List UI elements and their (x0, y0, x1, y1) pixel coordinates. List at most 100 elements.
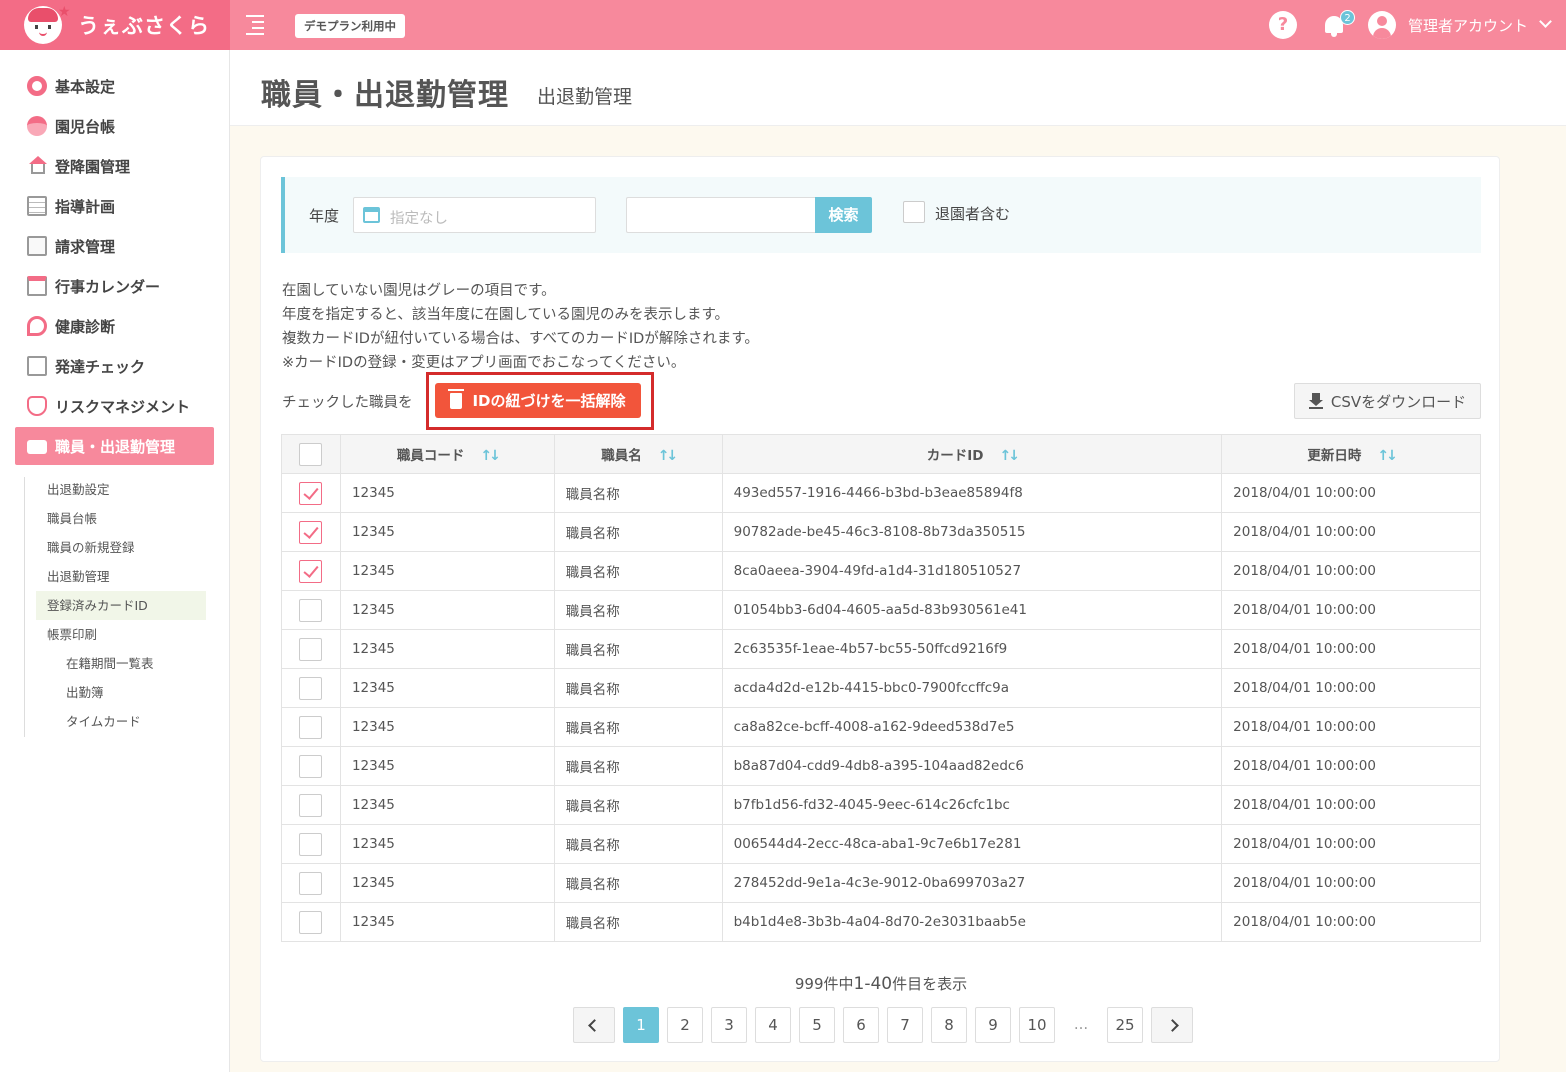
search-button[interactable]: 検索 (815, 197, 872, 233)
table-row: 12345 職員名称 2c63535f-1eae-4b57-bc55-50ffcd9… (281, 629, 1481, 669)
row-checkbox[interactable] (299, 910, 323, 934)
row-checkbox[interactable] (299, 871, 323, 895)
cell-name: 職員名称 (553, 551, 723, 591)
subnav-item-attendance-book[interactable]: 出勤簿 (36, 678, 206, 707)
sidebar-item-basic-settings[interactable]: 基本設定 (15, 67, 214, 105)
column-header-card-id[interactable]: カードID ↑↓ (721, 434, 1223, 474)
sort-icon[interactable]: ↑↓ (1000, 448, 1021, 464)
cell-code: 12345 (339, 785, 555, 825)
search-input[interactable] (626, 197, 816, 233)
sidebar-item-label: リスクマネジメント (55, 397, 191, 416)
column-header-code[interactable]: 職員コード ↑↓ (339, 434, 555, 474)
download-icon (1308, 393, 1323, 409)
page-button[interactable]: 2 (667, 1007, 703, 1043)
page-button[interactable]: 5 (799, 1007, 835, 1043)
help-icon[interactable]: ? (1269, 11, 1297, 39)
prev-page-button[interactable] (573, 1007, 615, 1043)
csv-download-button[interactable]: CSVをダウンロード (1294, 383, 1481, 419)
sidebar-item-risk-management[interactable]: リスクマネジメント (15, 387, 214, 425)
page-button[interactable]: 3 (711, 1007, 747, 1043)
row-checkbox[interactable] (299, 637, 323, 661)
row-checkbox[interactable] (299, 598, 323, 622)
logo[interactable]: ★ うぇぶさくら (0, 0, 230, 50)
summary-total: 999件中 (794, 975, 854, 993)
row-checkbox[interactable] (299, 520, 323, 544)
briefcase-icon (27, 440, 47, 454)
page-button[interactable]: 6 (843, 1007, 879, 1043)
page-button[interactable]: 8 (931, 1007, 967, 1043)
user-avatar-icon[interactable] (1368, 11, 1396, 39)
row-checkbox[interactable] (299, 676, 323, 700)
subnav-item-attendance-settings[interactable]: 出退勤設定 (36, 475, 206, 504)
cell-card-id: acda4d2d-e12b-4415-bbc0-7900fccffc9a (721, 668, 1223, 708)
sort-icon[interactable]: ↑↓ (658, 448, 679, 464)
row-checkbox-cell (281, 785, 341, 825)
page-button[interactable]: 1 (623, 1007, 659, 1043)
bulk-unlink-button[interactable]: IDの紐づけを一括解除 (435, 383, 641, 418)
year-select-input[interactable]: 指定なし (353, 197, 596, 233)
chevron-down-icon[interactable] (1539, 15, 1552, 28)
sort-icon[interactable]: ↑↓ (480, 448, 501, 464)
page-button[interactable]: 4 (755, 1007, 791, 1043)
include-retired-label[interactable]: 退園者含む (935, 203, 1010, 224)
star-icon: ★ (58, 4, 71, 20)
content-card: 年度 指定なし 検索 退園者含む 在園していない園児はグレーの項目です。 年度を… (260, 156, 1500, 1062)
sidebar-item-label: 登降園管理 (55, 157, 131, 176)
next-page-button[interactable] (1151, 1007, 1193, 1043)
cell-card-id: 493ed557-1916-4466-b3bd-b3eae85894f8 (721, 473, 1223, 513)
page-title: 職員・出退勤管理 (261, 78, 509, 113)
row-checkbox-cell (281, 746, 341, 786)
column-header-updated[interactable]: 更新日時 ↑↓ (1221, 434, 1481, 474)
last-page-button[interactable]: 25 (1107, 1007, 1143, 1043)
child-face-icon (27, 116, 47, 136)
sidebar-item-development-check[interactable]: 発達チェック (15, 347, 214, 385)
row-checkbox[interactable] (299, 754, 323, 778)
user-account-menu[interactable]: 管理者アカウント (1408, 15, 1528, 36)
subnav-item-registered-card-id[interactable]: 登録済みカードID (36, 591, 206, 620)
row-checkbox[interactable] (299, 481, 323, 505)
include-retired-checkbox[interactable] (903, 201, 925, 223)
sort-icon[interactable]: ↑↓ (1377, 448, 1398, 464)
sidebar-item-label: 園児台帳 (55, 117, 116, 136)
subnav-item-new-staff[interactable]: 職員の新規登録 (36, 533, 206, 562)
cell-updated: 2018/04/01 10:00:00 (1221, 512, 1481, 552)
row-checkbox[interactable] (299, 559, 323, 583)
row-checkbox[interactable] (299, 832, 323, 856)
subnav-item-staff-ledger[interactable]: 職員台帳 (36, 504, 206, 533)
gear-icon (27, 76, 47, 96)
checklist-icon (27, 356, 47, 376)
sidebar-item-event-calendar[interactable]: 行事カレンダー (15, 267, 214, 305)
row-checkbox[interactable] (299, 793, 323, 817)
page-button[interactable]: 10 (1019, 1007, 1055, 1043)
cell-name: 職員名称 (553, 707, 723, 747)
cell-card-id: 90782ade-be45-46c3-8108-8b73da350515 (721, 512, 1223, 552)
subnav-item-report-print[interactable]: 帳票印刷 (36, 620, 206, 649)
subnav-item-time-card[interactable]: タイムカード (36, 707, 206, 736)
logo-text: うぇぶさくら (78, 14, 210, 38)
sidebar-item-child-ledger[interactable]: 園児台帳 (15, 107, 214, 145)
sidebar: 基本設定 園児台帳 登降園管理 指導計画 請求管理 行事カレンダー 健康診断 発… (0, 50, 230, 1072)
sidebar-item-staff-attendance[interactable]: 職員・出退勤管理 (15, 427, 214, 465)
subnav-item-enrollment-list[interactable]: 在籍期間一覧表 (36, 649, 206, 678)
sidebar-item-attendance[interactable]: 登降園管理 (15, 147, 214, 185)
top-header: ★ うぇぶさくら デモプラン利用中 ? 2 管理者アカウント (0, 0, 1566, 50)
year-label: 年度 (309, 207, 340, 225)
sidebar-item-guidance-plan[interactable]: 指導計画 (15, 187, 214, 225)
sidebar-item-billing[interactable]: 請求管理 (15, 227, 214, 265)
page-button[interactable]: 9 (975, 1007, 1011, 1043)
note-line: 在園していない園児はグレーの項目です。 (282, 283, 556, 299)
row-checkbox[interactable] (299, 715, 323, 739)
menu-toggle-icon[interactable] (246, 15, 266, 35)
table-row: 12345 職員名称 01054bb3-6d04-4605-aa5d-83b9305… (281, 590, 1481, 630)
sidebar-item-health-check[interactable]: 健康診断 (15, 307, 214, 345)
chevron-left-icon (587, 1019, 601, 1032)
summary-range: 1-40 (853, 974, 893, 994)
column-header-name[interactable]: 職員名 ↑↓ (553, 434, 723, 474)
table-row: 12345 職員名称 90782ade-be45-46c3-8108-8b73da3… (281, 512, 1481, 552)
subnav-item-attendance-management[interactable]: 出退勤管理 (36, 562, 206, 591)
title-bar: 職員・出退勤管理 出退勤管理 (230, 50, 1566, 126)
select-all-checkbox[interactable] (299, 442, 323, 466)
note-line: 複数カードIDが紐付いている場合は、すべてのカードIDが解除されます。 (282, 331, 759, 347)
table-header-row: 職員コード ↑↓ 職員名 ↑↓ カードID ↑↓ 更新日時 ↑↓ (281, 434, 1481, 474)
page-button[interactable]: 7 (887, 1007, 923, 1043)
